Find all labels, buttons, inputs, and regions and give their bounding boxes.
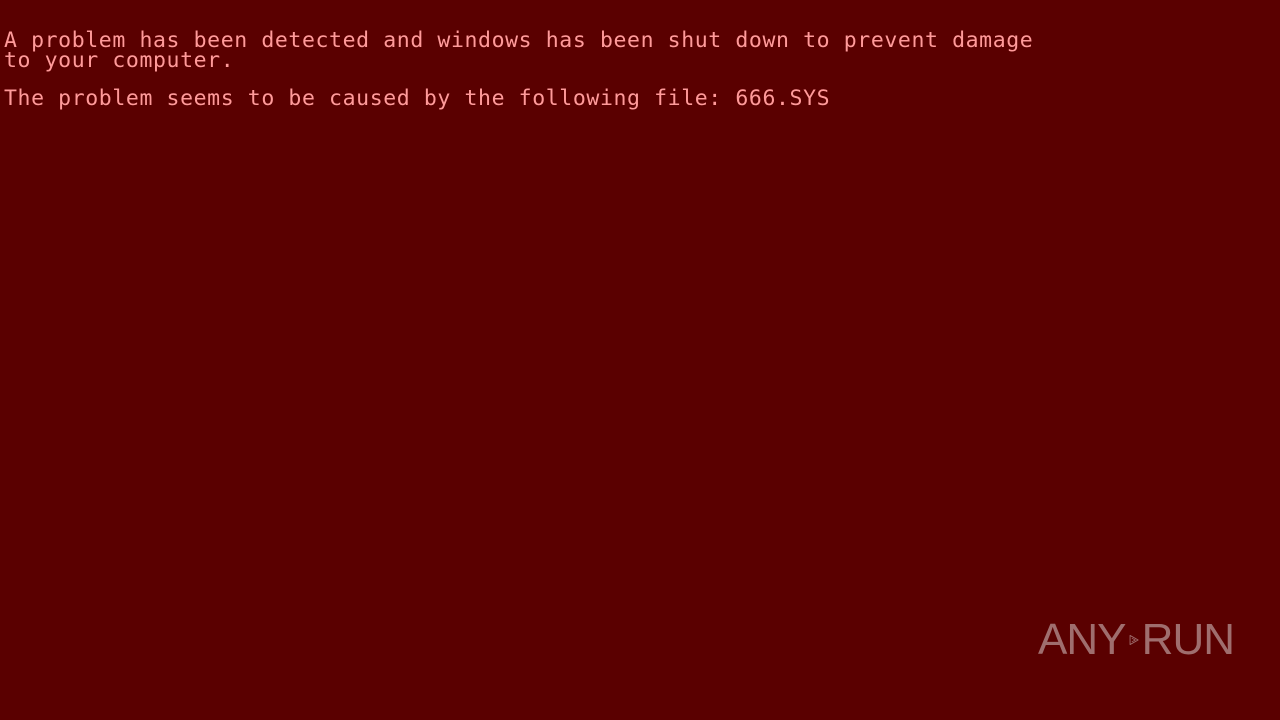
watermark-text-any: ANY bbox=[1038, 615, 1126, 664]
bsod-screen: A problem has been detected and windows … bbox=[0, 0, 1280, 720]
anyrun-watermark: ANY RUN bbox=[1038, 608, 1235, 672]
error-message-line-2: to your computer. bbox=[4, 48, 235, 73]
error-file-line: The problem seems to be caused by the fo… bbox=[4, 86, 831, 111]
play-triangle-icon bbox=[1130, 634, 1140, 646]
watermark-text-run: RUN bbox=[1141, 615, 1235, 664]
